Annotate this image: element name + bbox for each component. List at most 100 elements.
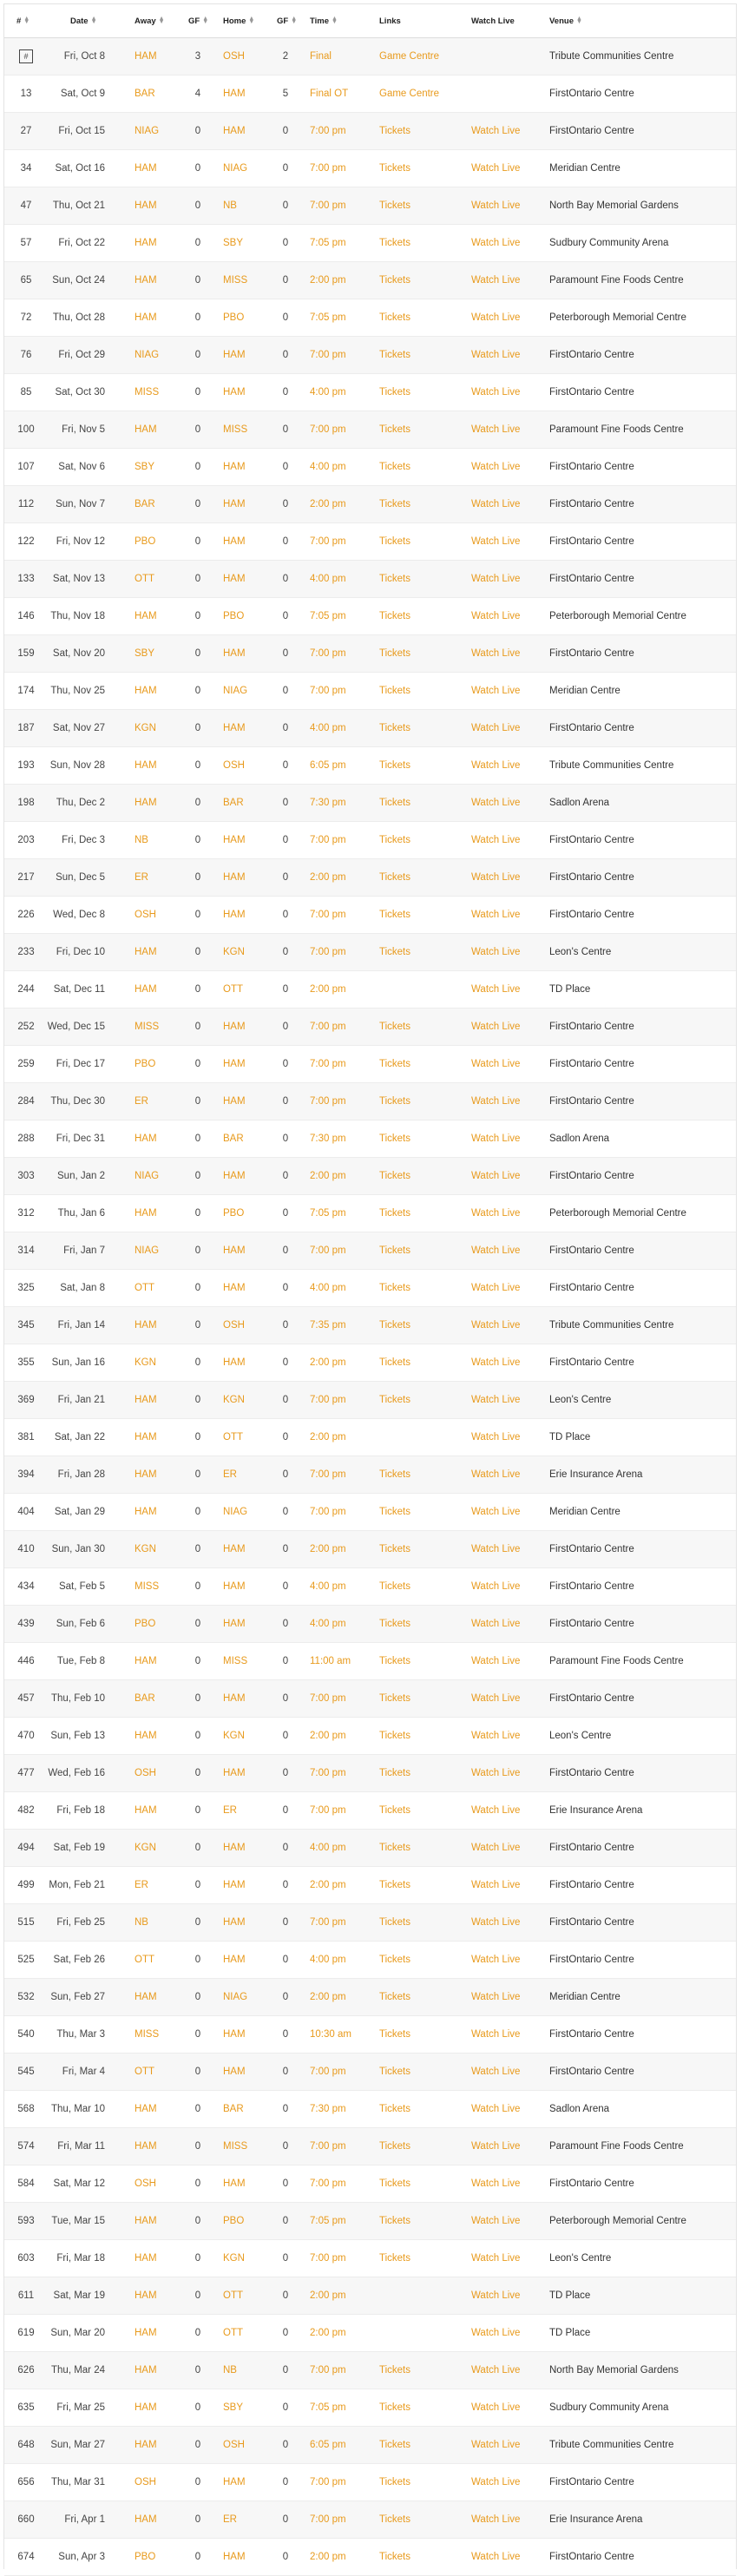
home-team-link[interactable]: HAM	[223, 2054, 246, 2090]
away-team-link[interactable]: HAM	[135, 299, 157, 336]
watch-live-link[interactable]: Watch Live	[471, 1270, 520, 1306]
game-time-link[interactable]: 2:00 pm	[310, 1419, 346, 1456]
header-gf-home[interactable]: GF ▲ ▼	[277, 16, 297, 26]
game-time-link[interactable]: 4:00 pm	[310, 449, 346, 485]
home-team-link[interactable]: KGN	[223, 934, 245, 970]
watch-live-link[interactable]: Watch Live	[471, 1009, 520, 1045]
game-time-link[interactable]: 4:00 pm	[310, 561, 346, 597]
home-team-link[interactable]: HAM	[223, 1531, 246, 1567]
watch-live-link[interactable]: Watch Live	[471, 1606, 520, 1642]
away-team-link[interactable]: SBY	[135, 635, 154, 672]
away-team-link[interactable]: MISS	[135, 374, 159, 411]
watch-live-link[interactable]: Watch Live	[471, 822, 520, 858]
home-team-link[interactable]: HAM	[223, 1606, 246, 1642]
away-team-link[interactable]: HAM	[135, 2427, 157, 2463]
home-team-link[interactable]: HAM	[223, 1830, 246, 1866]
tickets-link[interactable]: Tickets	[379, 1942, 410, 1978]
watch-live-link[interactable]: Watch Live	[471, 2240, 520, 2277]
watch-live-link[interactable]: Watch Live	[471, 747, 520, 784]
watch-live-link[interactable]: Watch Live	[471, 2352, 520, 2389]
home-team-link[interactable]: NB	[223, 187, 237, 224]
game-time-link[interactable]: 7:00 pm	[310, 1494, 346, 1530]
tickets-link[interactable]: Tickets	[379, 1494, 410, 1530]
away-team-link[interactable]: HAM	[135, 2501, 157, 2538]
away-team-link[interactable]: ER	[135, 1083, 148, 1120]
tickets-link[interactable]: Tickets	[379, 486, 410, 522]
watch-live-link[interactable]: Watch Live	[471, 897, 520, 933]
watch-live-link[interactable]: Watch Live	[471, 1158, 520, 1194]
home-team-link[interactable]: BAR	[223, 785, 244, 821]
game-time-link[interactable]: 7:00 pm	[310, 2352, 346, 2389]
away-team-link[interactable]: HAM	[135, 1979, 157, 2015]
game-time-link[interactable]: 2:00 pm	[310, 2315, 346, 2351]
home-team-link[interactable]: HAM	[223, 635, 246, 672]
game-time-link[interactable]: 7:05 pm	[310, 598, 346, 634]
away-team-link[interactable]: HAM	[135, 1382, 157, 1418]
away-team-link[interactable]: HAM	[135, 2203, 157, 2239]
home-team-link[interactable]: OSH	[223, 38, 245, 75]
game-time-link[interactable]: 7:00 pm	[310, 150, 346, 187]
home-team-link[interactable]: ER	[223, 1792, 237, 1829]
tickets-link[interactable]: Tickets	[379, 2091, 410, 2127]
home-team-link[interactable]: ER	[223, 2501, 237, 2538]
game-time-link[interactable]: 7:00 pm	[310, 337, 346, 373]
away-team-link[interactable]: HAM	[135, 2277, 157, 2314]
watch-live-link[interactable]: Watch Live	[471, 1046, 520, 1082]
game-time-link[interactable]: 2:00 pm	[310, 859, 346, 896]
game-time-link[interactable]: 2:00 pm	[310, 1531, 346, 1567]
tickets-link[interactable]: Tickets	[379, 934, 410, 970]
tickets-link[interactable]: Game Centre	[379, 76, 439, 112]
tickets-link[interactable]: Tickets	[379, 1643, 410, 1679]
away-team-link[interactable]: HAM	[135, 598, 157, 634]
home-team-link[interactable]: HAM	[223, 897, 246, 933]
home-team-link[interactable]: MISS	[223, 1643, 247, 1679]
watch-live-link[interactable]: Watch Live	[471, 1718, 520, 1754]
away-team-link[interactable]: BAR	[135, 486, 155, 522]
watch-live-link[interactable]: Watch Live	[471, 1120, 520, 1157]
tickets-link[interactable]: Tickets	[379, 187, 410, 224]
game-time-link[interactable]: 2:00 pm	[310, 1158, 346, 1194]
header-home[interactable]: Home ▲ ▼	[223, 16, 254, 26]
home-team-link[interactable]: NB	[223, 2352, 237, 2389]
game-time-link[interactable]: 7:00 pm	[310, 934, 346, 970]
home-team-link[interactable]: HAM	[223, 1232, 246, 1269]
game-time-link[interactable]: 2:00 pm	[310, 486, 346, 522]
game-time-link[interactable]: 2:00 pm	[310, 1718, 346, 1754]
tickets-link[interactable]: Game Centre	[379, 38, 439, 75]
watch-live-link[interactable]: Watch Live	[471, 374, 520, 411]
game-time-link[interactable]: 10:30 am	[310, 2016, 351, 2053]
home-team-link[interactable]: HAM	[223, 710, 246, 746]
game-time-link[interactable]: 4:00 pm	[310, 1942, 346, 1978]
watch-live-link[interactable]: Watch Live	[471, 1456, 520, 1493]
home-team-link[interactable]: HAM	[223, 1344, 246, 1381]
away-team-link[interactable]: NIAG	[135, 1158, 159, 1194]
header-venue[interactable]: Venue ▲ ▼	[549, 16, 582, 26]
watch-live-link[interactable]: Watch Live	[471, 2128, 520, 2165]
home-team-link[interactable]: OTT	[223, 1419, 243, 1456]
away-team-link[interactable]: HAM	[135, 2128, 157, 2165]
home-team-link[interactable]: OTT	[223, 971, 243, 1008]
game-time-link[interactable]: 7:00 pm	[310, 1009, 346, 1045]
home-team-link[interactable]: NIAG	[223, 1979, 247, 2015]
tickets-link[interactable]: Tickets	[379, 1120, 410, 1157]
tickets-link[interactable]: Tickets	[379, 1158, 410, 1194]
tickets-link[interactable]: Tickets	[379, 2501, 410, 2538]
home-team-link[interactable]: KGN	[223, 1718, 245, 1754]
game-time-link[interactable]: 7:00 pm	[310, 2501, 346, 2538]
game-time-link[interactable]: 7:00 pm	[310, 1792, 346, 1829]
away-team-link[interactable]: ER	[135, 859, 148, 896]
game-time-link[interactable]: 7:00 pm	[310, 187, 346, 224]
home-team-link[interactable]: NIAG	[223, 150, 247, 187]
tickets-link[interactable]: Tickets	[379, 262, 410, 299]
tickets-link[interactable]: Tickets	[379, 2464, 410, 2500]
home-team-link[interactable]: HAM	[223, 486, 246, 522]
game-time-link[interactable]: 2:00 pm	[310, 1344, 346, 1381]
watch-live-link[interactable]: Watch Live	[471, 2501, 520, 2538]
tickets-link[interactable]: Tickets	[379, 897, 410, 933]
away-team-link[interactable]: HAM	[135, 2315, 157, 2351]
game-time-link[interactable]: 2:00 pm	[310, 2277, 346, 2314]
away-team-link[interactable]: PBO	[135, 1606, 155, 1642]
tickets-link[interactable]: Tickets	[379, 449, 410, 485]
away-team-link[interactable]: HAM	[135, 1307, 157, 1344]
game-time-link[interactable]: 7:30 pm	[310, 2091, 346, 2127]
